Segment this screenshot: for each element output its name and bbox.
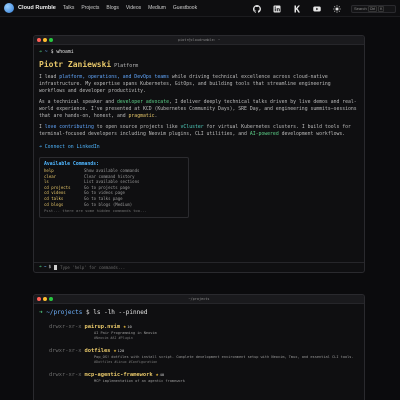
repo-line: drwxr-xr-x mcp-agentic-framework ★ 40 (39, 371, 359, 379)
repo-tags: #Dotfiles #Linux #Configuration (94, 360, 158, 364)
p3-highlight-vcluster: vCluster (180, 125, 204, 130)
repo-line: drwxr-xr-x dotfiles ★ 120 (39, 347, 359, 355)
terminal-input-line[interactable]: ➜ ~ $ Type 'help' for commands... (34, 262, 364, 272)
prompt-path: ~/projects (46, 309, 83, 316)
brand-name[interactable]: Cloud Rumble (18, 5, 56, 11)
about-terminal-window: piotr@cloudrumble: ~ ➜ ~ $ whoami Piotr … (33, 35, 365, 273)
nav-link-projects[interactable]: Projects (81, 5, 99, 11)
name-line: Piotr Zaniewski Platform (39, 60, 359, 70)
input-prompt-path: ~ (43, 265, 47, 270)
projects-terminal-window: ~/projects ➜ ~/projects $ ls -lh --pinne… (33, 294, 365, 400)
nav-link-talks[interactable]: Talks (63, 5, 74, 11)
terminal-title-bar: piotr@cloudrumble: ~ (34, 36, 364, 45)
profile-name: Piotr Zaniewski (39, 60, 112, 69)
p3-text-c: to open source projects like (93, 125, 181, 130)
hidden-commands-hint: Psst... there are some hidden commands t… (44, 208, 147, 214)
repo-permissions: drwxr-xr-x (49, 372, 82, 378)
p1-highlight: platform, operations, and DevOps teams (59, 75, 169, 80)
nav-link-medium[interactable]: Medium (148, 5, 166, 11)
shortcut-key-ctrl: Ctrl (367, 5, 378, 12)
nav-link-videos[interactable]: Videos (126, 5, 141, 11)
youtube-icon[interactable] (313, 5, 321, 13)
cloud-logo-icon[interactable] (4, 3, 14, 13)
search-placeholder: Search (354, 6, 367, 11)
repo-entry[interactable]: drwxr-xr-x dotfiles ★ 120 Pop_OS! dotfil… (39, 347, 359, 365)
input-prompt-arrow: ➜ (39, 265, 42, 270)
terminal-input-placeholder[interactable]: Type 'help' for commands... (60, 265, 125, 270)
repo-stars: 120 (117, 348, 125, 353)
repo-permissions: drwxr-xr-x (49, 348, 82, 354)
p3-highlight-love: love contributing (44, 125, 94, 130)
terminal-body: ➜ ~/projects $ ls -lh --pinned drwxr-xr-… (34, 304, 364, 388)
terminal-title: piotr@cloudrumble: ~ (177, 38, 221, 42)
linkedin-link[interactable]: ➜ Connect on LinkedIn (39, 144, 359, 151)
repo-name[interactable]: dotfiles (84, 347, 110, 355)
theme-toggle-icon[interactable] (333, 4, 341, 13)
p2-highlight-advocate: developer advocate (116, 100, 169, 105)
prompt-command: whoami (56, 50, 74, 55)
linkedin-icon[interactable] (273, 5, 281, 13)
shortcut-key-k: K (378, 5, 385, 12)
repo-entry[interactable]: drwxr-xr-x pairup.nvim ★ 10 AI Pair Prog… (39, 323, 359, 341)
commands-title: Available Commands: (44, 162, 99, 167)
prompt-command: ls -lh --pinned (93, 309, 148, 316)
star-icon: ★ (123, 324, 127, 330)
terminal-title-bar: ~/projects (34, 295, 364, 304)
prompt-line: ➜ ~/projects $ ls -lh --pinned (39, 308, 359, 317)
repo-description: MCP implementation of an agentic framewo… (94, 379, 185, 383)
p3-text-g: development workflows. (278, 132, 346, 137)
repo-line: drwxr-xr-x pairup.nvim ★ 10 (39, 323, 359, 331)
repo-name[interactable]: pairup.nvim (84, 323, 120, 331)
prompt-path: ~ (44, 50, 48, 55)
terminal-body: ➜ ~ $ whoami Piotr Zaniewski Platform I … (34, 45, 364, 222)
profile-role: Platform (114, 63, 139, 69)
repo-stars: 10 (127, 324, 132, 329)
p2-highlight-pragmatic: pragmatic (128, 114, 155, 119)
available-commands-box: Available Commands: help Show available c… (39, 157, 189, 219)
star-icon: ★ (155, 372, 159, 378)
prompt-line: ➜ ~ $ whoami (39, 49, 359, 56)
p3-highlight-ai: AI-powered (249, 132, 279, 137)
text-cursor (54, 265, 58, 270)
p1-text-a: I lead (39, 75, 60, 80)
top-nav: Cloud Rumble Talks Projects Blogs Videos… (0, 0, 400, 17)
repo-name[interactable]: mcp-agentic-framework (84, 371, 152, 379)
github-icon[interactable] (253, 4, 261, 13)
star-icon: ★ (113, 348, 117, 354)
search-box[interactable]: Search Ctrl K (351, 4, 396, 13)
repo-permissions: drwxr-xr-x (49, 324, 82, 330)
terminal-title: ~/projects (188, 297, 210, 301)
repo-tags: #Neovim #AI #Plugin (94, 336, 133, 340)
prompt-arrow: ➜ (39, 309, 43, 316)
p2-text-e: . (154, 114, 158, 119)
prompt-arrow: ➜ (39, 50, 42, 55)
prompt-dollar: $ (50, 50, 54, 55)
input-prompt-dollar: $ (48, 265, 52, 270)
intro-paragraph-1: I lead platform, operations, and DevOps … (39, 74, 359, 95)
nav-link-guestbook[interactable]: Guestbook (173, 5, 197, 11)
intro-paragraph-3: I love contributing to open source proje… (39, 124, 359, 138)
repo-entry[interactable]: drwxr-xr-x mcp-agentic-framework ★ 40 MC… (39, 371, 359, 384)
nav-actions: Search Ctrl K (241, 0, 396, 17)
kubernetes-k-icon[interactable] (293, 5, 301, 13)
intro-paragraph-2: As a technical speaker and developer adv… (39, 99, 359, 120)
prompt-dollar: $ (86, 309, 90, 316)
p2-text-a: As a technical speaker and (39, 100, 117, 105)
repo-stars: 40 (159, 372, 165, 377)
nav-link-blogs[interactable]: Blogs (106, 5, 119, 11)
